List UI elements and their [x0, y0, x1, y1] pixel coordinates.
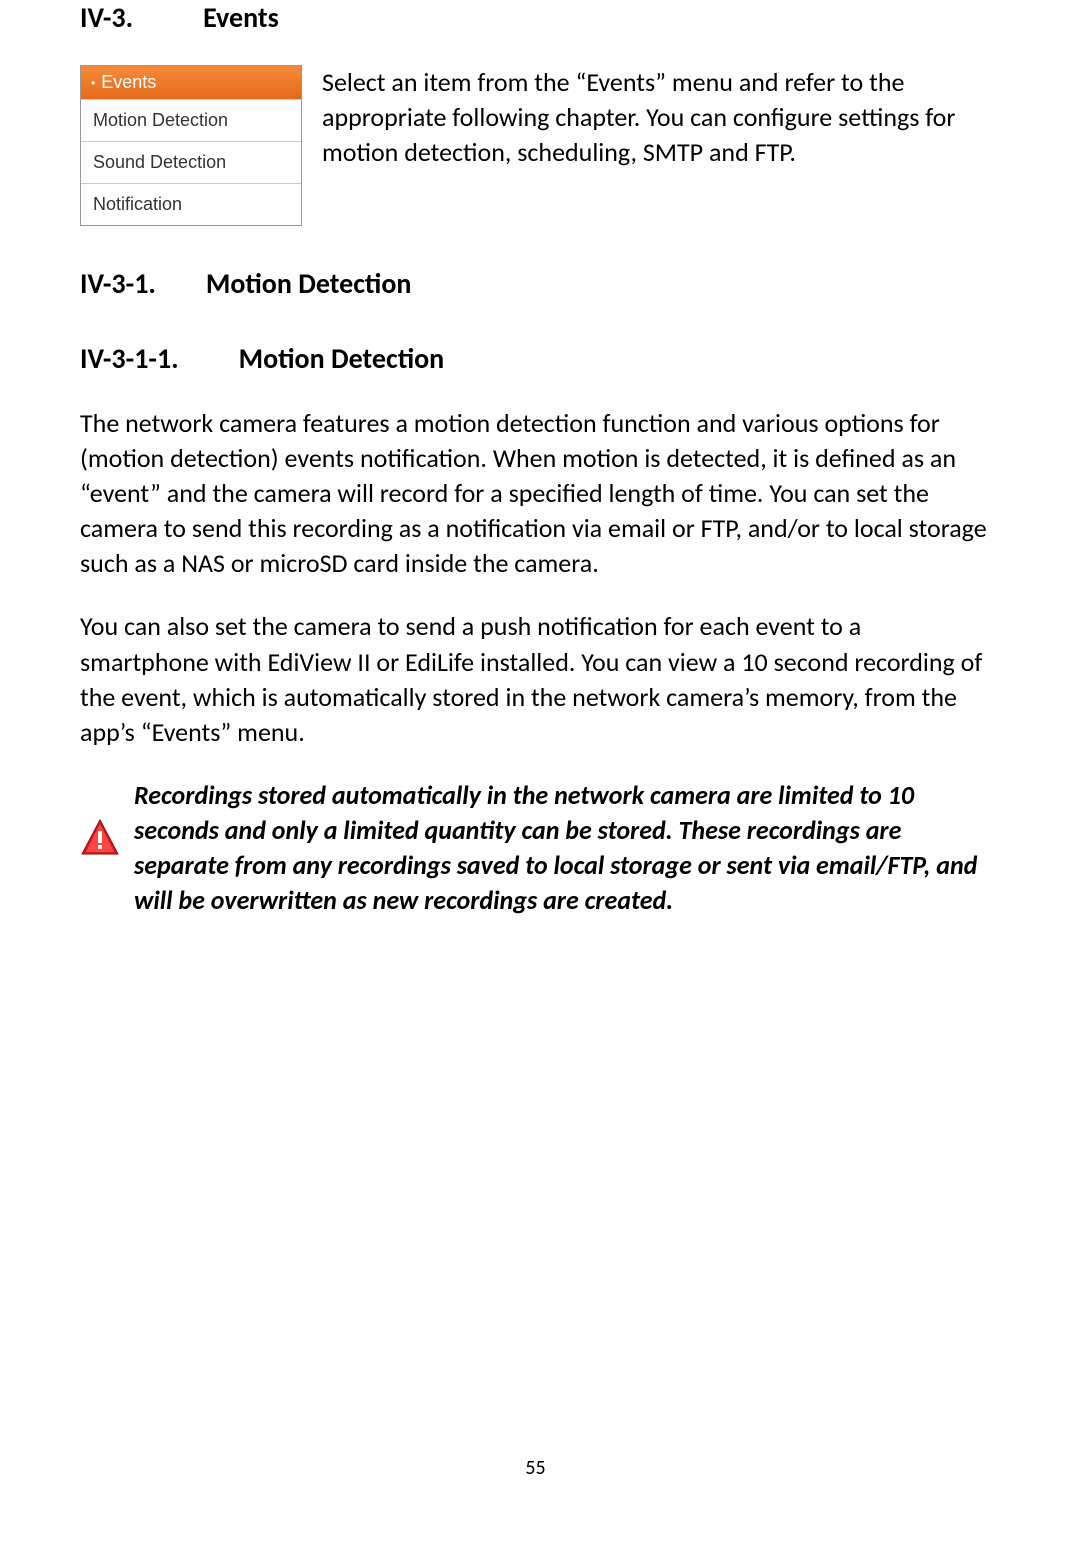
intro-block: • Events Motion Detection Sound Detectio… — [80, 65, 991, 226]
menu-header-label: Events — [101, 72, 156, 93]
heading-number: IV-3-1. — [80, 266, 156, 301]
body-paragraph-2: You can also set the camera to send a pu… — [80, 609, 991, 749]
menu-item-notification[interactable]: Notification — [81, 183, 301, 225]
heading-title: Events — [203, 0, 279, 35]
page-number: 55 — [0, 1456, 1071, 1480]
heading-h2: IV-3-1. Motion Detection — [80, 266, 991, 301]
body-paragraph-1: The network camera features a motion det… — [80, 406, 991, 581]
heading-title: Motion Detection — [239, 341, 445, 376]
warning-icon — [80, 818, 120, 858]
bullet-icon: • — [91, 76, 95, 90]
menu-item-motion-detection[interactable]: Motion Detection — [81, 99, 301, 141]
heading-h1: IV-3. Events — [80, 0, 991, 35]
warning-text: Recordings stored automatically in the n… — [134, 778, 991, 918]
warning-note: Recordings stored automatically in the n… — [80, 778, 991, 918]
heading-number: IV-3-1-1. — [80, 341, 179, 376]
menu-header-events[interactable]: • Events — [81, 66, 301, 99]
heading-h3: IV-3-1-1. Motion Detection — [80, 341, 991, 376]
heading-title: Motion Detection — [206, 266, 412, 301]
heading-number: IV-3. — [80, 0, 133, 35]
menu-item-sound-detection[interactable]: Sound Detection — [81, 141, 301, 183]
intro-paragraph: Select an item from the “Events” menu an… — [322, 65, 991, 170]
document-page: IV-3. Events • Events Motion Detection S… — [0, 0, 1071, 1500]
events-menu: • Events Motion Detection Sound Detectio… — [80, 65, 302, 226]
